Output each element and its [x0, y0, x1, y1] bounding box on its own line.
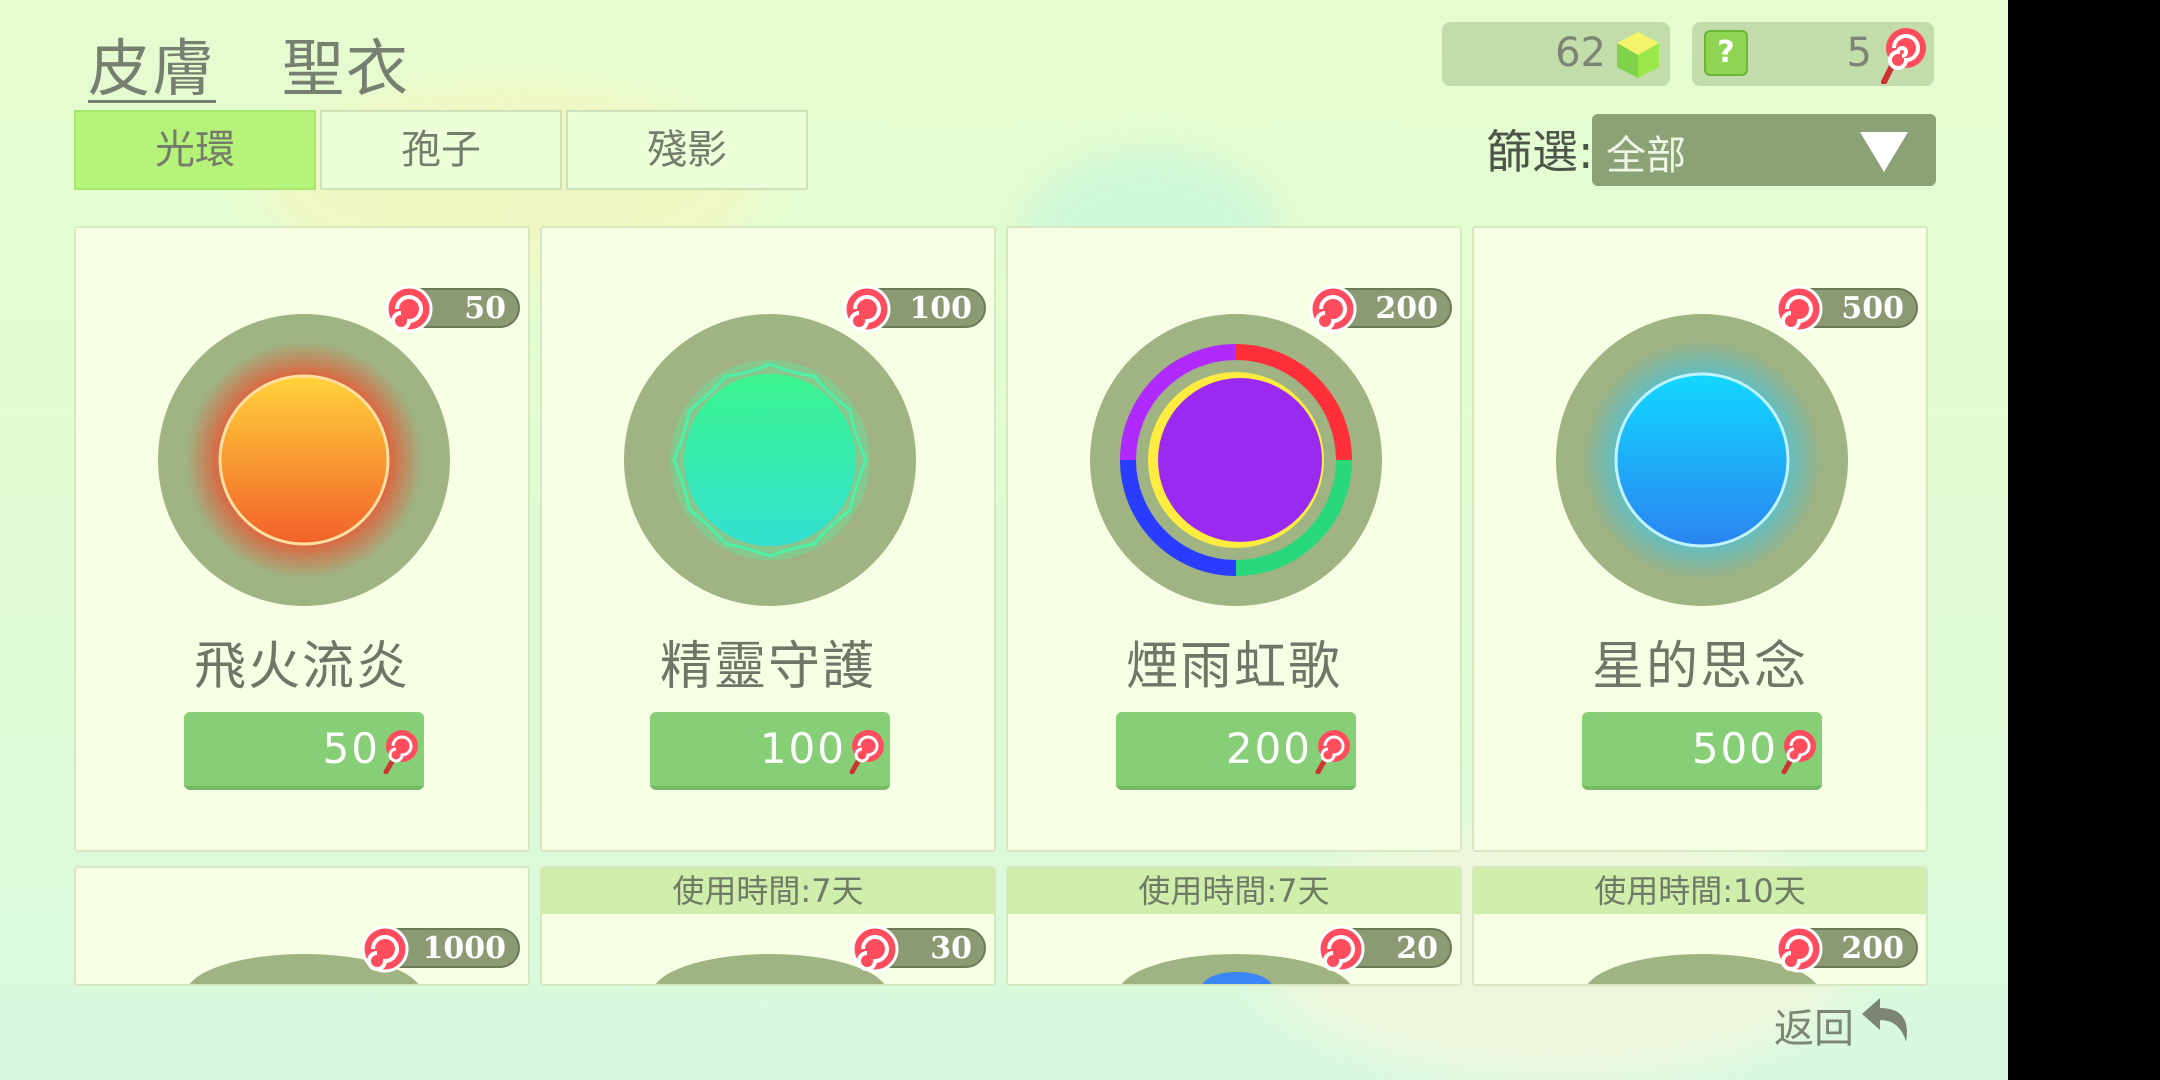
lollipop-icon [851, 925, 899, 973]
lollipop-icon [1775, 925, 1823, 973]
fire-orb-icon [186, 342, 422, 578]
filter-label: 篩選: [1486, 125, 1594, 179]
badge-price: 200 [1375, 291, 1438, 326]
skin-card[interactable]: 1000 [74, 866, 530, 986]
help-button[interactable]: ? [1704, 30, 1748, 76]
screen-edge-bar [2008, 0, 2160, 1080]
buy-button[interactable]: 500 [1582, 712, 1822, 790]
back-label: 返回 [1774, 1006, 1854, 1052]
lollipop-icon [1775, 285, 1823, 333]
badge-price: 200 [1841, 931, 1904, 966]
subtab-afterimage[interactable]: 殘影 [566, 110, 808, 190]
gem-icon [1617, 32, 1659, 78]
badge-price: 30 [930, 931, 972, 966]
rainbow-orb-icon [1120, 344, 1352, 576]
subtab-spore[interactable]: 孢子 [320, 110, 562, 190]
badge-price: 1000 [422, 931, 507, 966]
skin-name: 煙雨虹歌 [1125, 637, 1342, 697]
gem-count: 62 [1555, 30, 1606, 76]
lollipop-icon [1881, 28, 1926, 84]
price-badge: 100 [843, 285, 986, 333]
star-orb-icon [1582, 340, 1822, 580]
skin-card[interactable]: 50 飛火流炎 50 [74, 226, 530, 852]
tab-skin[interactable]: 皮膚 [88, 18, 216, 108]
skin-card[interactable]: 使用時間:7天 30 [540, 866, 996, 986]
skin-card[interactable]: 200 煙雨虹歌 200 [1006, 226, 1462, 852]
lollipop-count: 5 [1846, 30, 1872, 76]
back-button[interactable]: 返回 [1774, 996, 1907, 1054]
lollipop-icon [1781, 730, 1816, 774]
buy-price: 50 [322, 724, 380, 773]
price-badge: 200 [1309, 285, 1452, 333]
lollipop-icon [1309, 285, 1357, 333]
buy-button[interactable]: 200 [1116, 712, 1356, 790]
subtab-halo[interactable]: 光環 [74, 110, 316, 190]
skin-name: 精靈守護 [659, 637, 876, 697]
buy-price: 200 [1225, 724, 1312, 773]
price-badge: 20 [1317, 925, 1452, 973]
badge-price: 100 [909, 291, 972, 326]
back-arrow-icon [1862, 998, 1907, 1042]
lollipop-icon [383, 730, 418, 774]
lollipop-icon [843, 285, 891, 333]
price-badge: 1000 [361, 925, 520, 973]
skin-card[interactable]: 使用時間:10天 200 [1472, 866, 1928, 986]
badge-price: 500 [1841, 291, 1904, 326]
lollipop-counter: ? 5 [1692, 22, 1934, 86]
buy-price: 100 [759, 724, 846, 773]
lollipop-icon [361, 925, 409, 973]
skin-card[interactable]: 500 星的思念 500 [1472, 226, 1928, 852]
price-badge: 50 [385, 285, 520, 333]
lollipop-icon [849, 730, 884, 774]
filter-value: 全部 [1606, 133, 1686, 179]
price-badge: 500 [1775, 285, 1918, 333]
skin-name: 星的思念 [1591, 637, 1808, 697]
duration-label: 使用時間:7天 [1008, 868, 1460, 914]
skin-card[interactable]: 使用時間:7天 20 [1006, 866, 1462, 986]
filter-dropdown[interactable]: 全部 [1592, 114, 1936, 186]
price-badge: 30 [851, 925, 986, 973]
lollipop-icon [1315, 730, 1350, 774]
spirit-orb-icon [670, 360, 870, 560]
gem-counter: 62 [1442, 22, 1670, 86]
lollipop-icon [385, 285, 433, 333]
tab-armor[interactable]: 聖衣 [282, 18, 410, 108]
buy-button[interactable]: 100 [650, 712, 890, 790]
duration-label: 使用時間:10天 [1474, 868, 1926, 914]
game-screen: 皮膚 聖衣 62 ? 5 光環 孢子 殘影 篩選: 全部 50 飛火流炎 50 … [0, 0, 2008, 1080]
skin-card[interactable]: 100 精靈守護 100 [540, 226, 996, 852]
price-badge: 200 [1775, 925, 1918, 973]
duration-label: 使用時間:7天 [542, 868, 994, 914]
buy-button[interactable]: 50 [184, 712, 424, 790]
buy-price: 500 [1691, 724, 1778, 773]
badge-price: 50 [464, 291, 506, 326]
lollipop-icon [1317, 925, 1365, 973]
triangle-down-icon [1860, 132, 1908, 172]
badge-price: 20 [1396, 931, 1438, 966]
skin-name: 飛火流炎 [193, 637, 410, 697]
